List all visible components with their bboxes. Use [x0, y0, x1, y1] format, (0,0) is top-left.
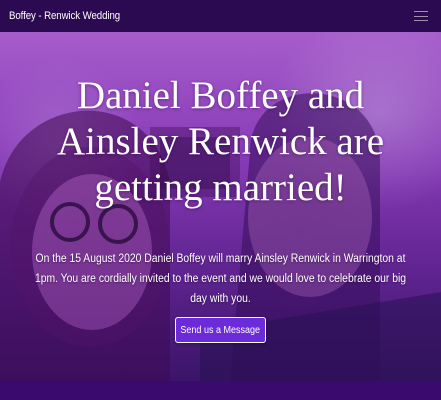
site-brand[interactable]: Boffey - Renwick Wedding	[9, 10, 120, 22]
hero-intro-text: On the 15 August 2020 Daniel Boffey will…	[34, 253, 407, 305]
hero-content: Daniel Boffey and Ainsley Renwick are ge…	[0, 32, 441, 381]
send-message-button-label: Send us a Message	[180, 324, 261, 336]
next-section-band	[0, 381, 441, 400]
hero-section: Daniel Boffey and Ainsley Renwick are ge…	[0, 32, 441, 381]
send-message-button[interactable]: Send us a Message	[175, 317, 266, 343]
navbar: Boffey - Renwick Wedding	[0, 0, 441, 32]
hamburger-menu-icon[interactable]	[414, 11, 428, 21]
hero-headline: Daniel Boffey and Ainsley Renwick are ge…	[56, 74, 385, 209]
